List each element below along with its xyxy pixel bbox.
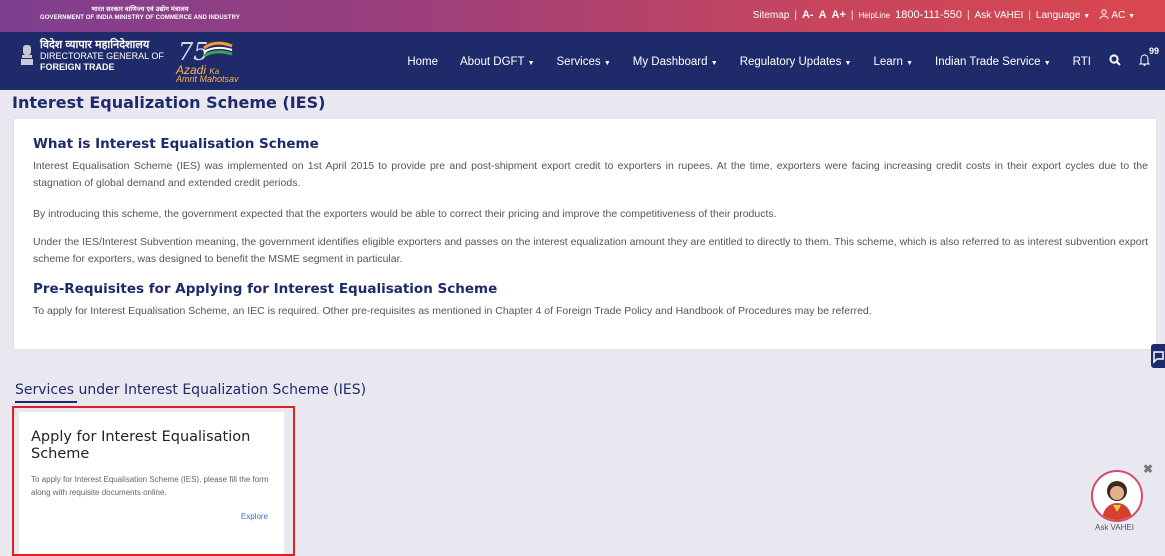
chevron-down-icon: ▼	[603, 59, 611, 67]
brand-hindi: विदेश व्यापार महानिदेशालय	[40, 39, 150, 51]
nav-services[interactable]: Services ▼	[557, 56, 611, 68]
azadi-ka-amrit-mahotsav-logo: 75 Azadi Ka Amrit Mahotsav	[176, 38, 246, 84]
search-icon	[1109, 54, 1121, 66]
main-navbar: विदेश व्यापार महानिदेशालय DIRECTORATE GE…	[0, 32, 1165, 90]
ask-vahei-assistant-button[interactable]	[1091, 470, 1143, 522]
helpline-number[interactable]: 1800-111-550	[895, 9, 962, 21]
nav-menu: Home About DGFT ▼ Services ▼ My Dashboar…	[385, 46, 1159, 69]
nav-learn[interactable]: Learn ▼	[873, 56, 913, 68]
chat-bubble-icon	[1153, 351, 1164, 364]
user-menu[interactable]: AC ▼	[1099, 9, 1135, 21]
paragraph-mechanism: Under the IES/Interest Subvention meanin…	[33, 236, 1148, 265]
brand-line1: DIRECTORATE GENERAL OF	[40, 51, 164, 61]
notifications-button[interactable]: 99	[1138, 46, 1159, 69]
font-normal-button[interactable]: A	[819, 9, 827, 21]
font-increase-button[interactable]: A+	[832, 9, 846, 21]
top-links: Sitemap | A- A A+ | HelpLine 1800-111-55…	[752, 9, 1135, 21]
chevron-down-icon: ▼	[1128, 13, 1135, 20]
user-icon	[1099, 9, 1109, 20]
paragraph-intro: Interest Equalisation Scheme (IES) was i…	[33, 160, 1148, 189]
sitemap-link[interactable]: Sitemap	[753, 10, 790, 21]
national-emblem-icon	[21, 45, 33, 65]
chevron-down-icon: ▼	[710, 59, 718, 67]
chevron-down-icon: ▼	[906, 59, 914, 67]
chevron-down-icon: ▼	[844, 59, 852, 67]
content-card: What is Interest Equalisation Scheme Int…	[13, 118, 1157, 350]
top-gov-bar: भारत सरकार वाणिज्य एवं उद्योग मंत्रालय G…	[0, 0, 1165, 32]
services-heading: Services under Interest Equalization Sch…	[15, 382, 367, 398]
nav-indian-trade-service[interactable]: Indian Trade Service ▼	[935, 56, 1051, 68]
chevron-down-icon: ▼	[1043, 59, 1051, 67]
feedback-chat-tab[interactable]	[1151, 344, 1165, 368]
dgft-logo[interactable]: विदेश व्यापार महानिदेशालय DIRECTORATE GE…	[40, 40, 164, 73]
nav-rti[interactable]: RTI	[1073, 56, 1091, 68]
chevron-down-icon: ▼	[1083, 12, 1091, 20]
highlight-box	[12, 406, 295, 556]
paragraph-purpose: By introducing this scheme, the governme…	[33, 208, 777, 220]
language-dropdown[interactable]: Language ▼	[1036, 10, 1090, 21]
brand-line2: FOREIGN TRADE	[40, 62, 115, 72]
ask-vahei-link[interactable]: Ask VAHEI	[975, 10, 1024, 21]
notification-count-badge: 99	[1149, 46, 1160, 56]
helpline-label: HelpLine	[858, 10, 891, 20]
heading-underline	[15, 401, 77, 403]
chevron-down-icon: ▼	[527, 59, 535, 67]
nav-my-dashboard[interactable]: My Dashboard ▼	[633, 56, 718, 68]
section-heading-prerequisites: Pre-Requisites for Applying for Interest…	[33, 281, 498, 297]
font-decrease-button[interactable]: A-	[802, 9, 814, 21]
azadi-75-icon: 75	[178, 38, 233, 66]
close-assistant-button[interactable]: ✖	[1143, 462, 1153, 476]
page-title: Interest Equalization Scheme (IES)	[12, 93, 326, 112]
amrit-mahotsav-text: Amrit Mahotsav	[176, 74, 239, 84]
gov-hindi: भारत सरकार वाणिज्य एवं उद्योग मंत्रालय	[91, 6, 189, 13]
ask-vahei-label: Ask VAHEI	[1095, 523, 1134, 532]
nav-regulatory-updates[interactable]: Regulatory Updates ▼	[740, 56, 852, 68]
gov-header-text: भारत सरकार वाणिज्य एवं उद्योग मंत्रालय G…	[40, 5, 240, 23]
search-button[interactable]	[1109, 54, 1121, 69]
gov-english: GOVERNMENT OF INDIA MINISTRY OF COMMERCE…	[40, 15, 240, 21]
section-heading-what-is: What is Interest Equalisation Scheme	[33, 136, 319, 152]
paragraph-prerequisites: To apply for Interest Equalisation Schem…	[33, 305, 872, 317]
nav-home[interactable]: Home	[407, 56, 438, 68]
assistant-avatar-icon	[1102, 481, 1132, 520]
nav-about-dgft[interactable]: About DGFT ▼	[460, 56, 534, 68]
